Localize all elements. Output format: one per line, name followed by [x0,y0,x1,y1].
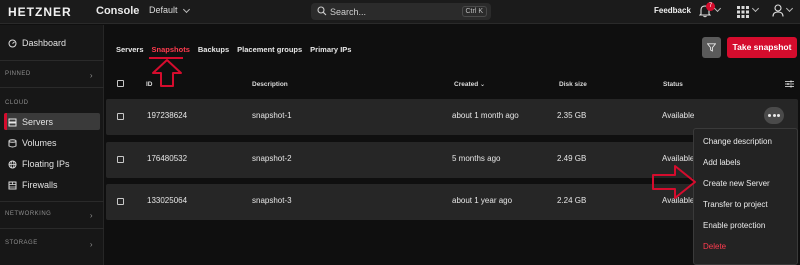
sidebar-item-floating-ips[interactable]: Floating IPs [8,156,70,172]
server-icon [8,118,17,126]
cell-id: 176480532 [147,154,188,163]
search-input[interactable]: Search... Ctrl K [311,3,491,20]
filter-button[interactable] [702,37,721,58]
cell-disk-size: 2.49 GB [557,154,587,163]
row-actions-button[interactable] [764,107,784,124]
menu-item-delete[interactable]: Delete [703,242,726,251]
cell-disk-size: 2.24 GB [557,196,587,205]
chevron-right-icon: › [89,71,93,80]
firewall-icon [8,181,17,189]
context-menu: Change description Add labels Create new… [693,128,798,265]
divider [0,87,104,88]
notifications-button[interactable]: 7 [698,2,722,23]
hetzner-logo[interactable]: HETZNER [8,5,72,19]
sidebar-item-volumes[interactable]: Volumes [8,135,57,151]
chevron-down-icon [751,4,760,13]
chevron-down-icon [713,4,722,13]
search-icon [317,6,327,16]
tab-servers[interactable]: Servers [116,45,144,54]
search-shortcut: Ctrl K [461,6,487,17]
sidebar-item-firewalls[interactable]: Firewalls [8,177,58,193]
cell-description: snapshot-1 [252,111,292,120]
dashboard-icon [8,39,17,47]
cell-description: snapshot-3 [252,196,292,205]
sidebar-item-label: Dashboard [22,38,67,48]
section-label: PINNED [5,71,31,77]
console-label: Console [96,5,140,17]
tab-primary-ips[interactable]: Primary IPs [310,45,351,54]
divider [0,60,104,61]
globe-icon [8,160,17,168]
feedback-button[interactable]: Feedback [654,6,691,15]
notification-badge: 7 [706,2,715,11]
sidebar-item-dashboard[interactable]: Dashboard [8,35,66,51]
divider [0,228,104,229]
menu-item-enable-protection[interactable]: Enable protection [703,221,765,230]
section-label: CLOUD [5,100,29,106]
user-menu-button[interactable] [772,4,794,22]
sidebar-section-storage[interactable]: STORAGE › [5,240,97,249]
chevron-right-icon: › [89,240,93,249]
more-dots-icon [768,114,771,117]
header-status[interactable]: Status [663,81,683,88]
row-checkbox[interactable] [117,198,124,205]
select-all-checkbox[interactable] [117,80,124,87]
filter-icon [707,43,716,52]
sidebar-item-label: Floating IPs [22,159,70,169]
cell-status: Available [662,154,695,163]
cell-id: 197238624 [147,111,188,120]
grid-icon [737,6,749,18]
sidebar-section-cloud: CLOUD [5,100,97,106]
sidebar-item-servers[interactable]: Servers [8,114,53,130]
table-header: ID Description Created ⌄ Disk size Statu… [106,76,798,92]
search-placeholder: Search... [330,7,367,17]
more-dots-icon [772,114,776,117]
volume-icon [8,138,17,147]
cell-created: about 1 year ago [452,196,513,205]
column-settings-icon[interactable] [785,80,794,88]
header-description[interactable]: Description [252,81,288,88]
tab-backups[interactable]: Backups [198,45,229,54]
cell-created: 5 months ago [452,154,501,163]
sidebar-section-pinned[interactable]: PINNED › [5,71,97,80]
more-dots-icon [777,114,780,117]
project-selector-label: Default [149,5,178,15]
chevron-down-icon [785,4,794,13]
header-id[interactable]: ID [146,81,153,88]
tab-placement-groups[interactable]: Placement groups [237,45,302,54]
take-snapshot-button[interactable]: Take snapshot [727,37,797,58]
user-icon [772,4,784,17]
chevron-down-icon: ⌄ [480,82,486,88]
cell-created: about 1 month ago [452,111,519,120]
section-label: STORAGE [5,240,38,246]
apps-button[interactable] [737,4,760,23]
top-bar: HETZNER Console Default Search... Ctrl K… [0,0,800,24]
row-checkbox[interactable] [117,113,124,120]
header-created-label: Created [454,81,479,88]
sidebar-item-label: Servers [22,117,54,127]
cell-description: snapshot-2 [252,154,292,163]
sidebar-item-label: Volumes [22,138,57,148]
chevron-right-icon: › [89,211,93,220]
row-checkbox[interactable] [117,156,124,163]
tab-snapshots[interactable]: Snapshots [152,45,190,54]
cell-id: 133025064 [147,196,188,205]
cell-status: Available [662,111,695,120]
header-created[interactable]: Created ⌄ [454,81,485,88]
menu-item-add-labels[interactable]: Add labels [703,158,740,167]
cell-disk-size: 2.35 GB [557,111,587,120]
menu-item-create-new-server[interactable]: Create new Server [703,179,770,188]
sidebar-section-networking[interactable]: NETWORKING › [5,211,97,220]
section-label: NETWORKING [5,211,52,217]
divider [0,201,104,202]
project-selector[interactable]: Default [149,5,190,15]
header-disk-size[interactable]: Disk size [559,81,587,88]
menu-item-transfer-to-project[interactable]: Transfer to project [703,200,768,209]
chevron-down-icon [182,5,190,13]
sidebar-item-label: Firewalls [22,180,58,190]
sidebar: Dashboard PINNED › CLOUD Servers Volumes… [0,25,104,265]
annotation-arrow-right [652,165,696,199]
menu-item-change-description[interactable]: Change description [703,137,772,146]
tab-bar: Servers Snapshots Backups Placement grou… [116,45,351,54]
